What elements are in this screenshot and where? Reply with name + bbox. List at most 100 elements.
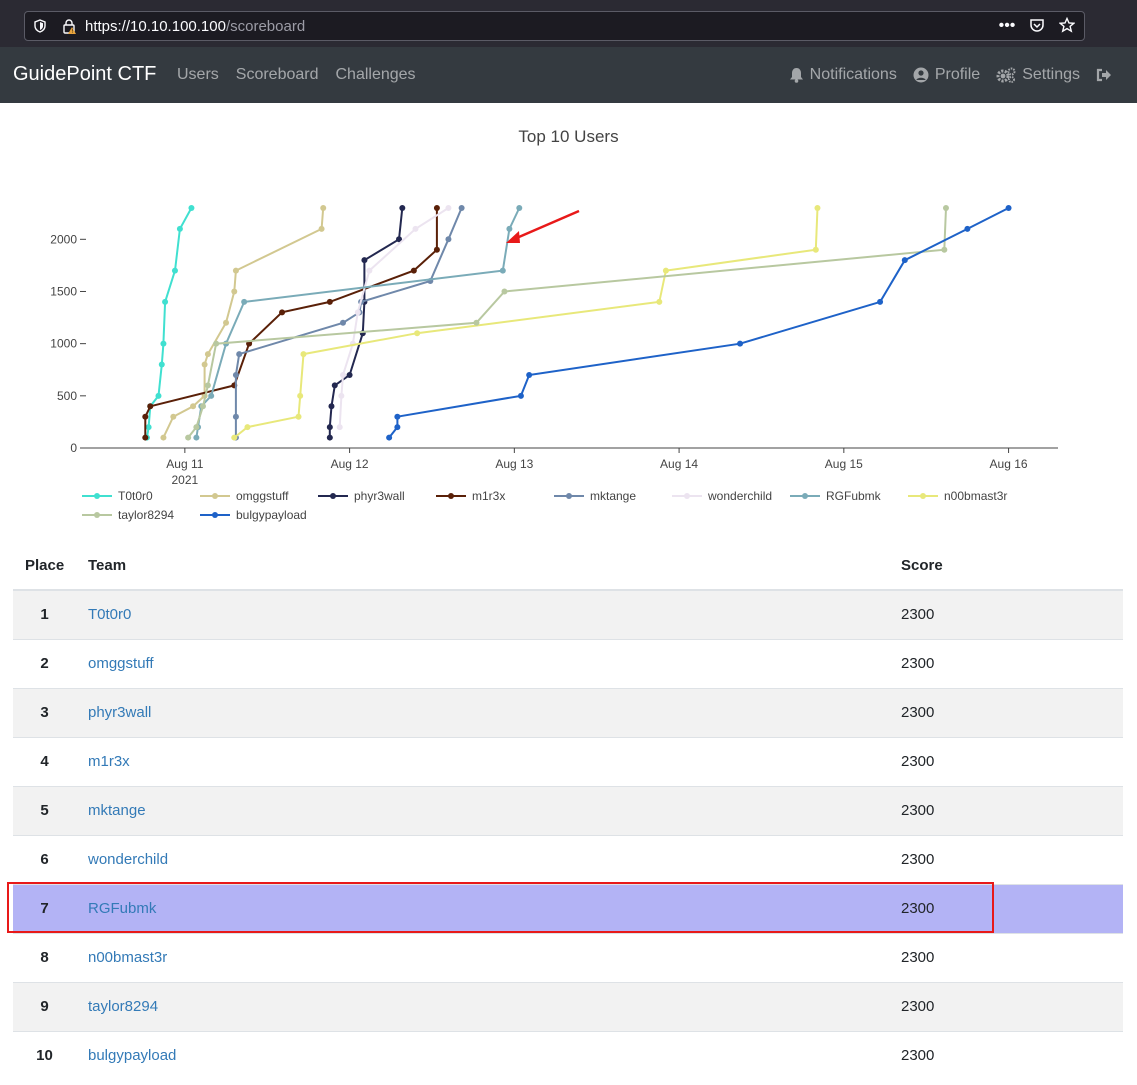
header-score: Score [901,557,943,574]
data-point [340,371,347,378]
data-point [506,225,513,232]
page-actions-icon[interactable]: ••• [998,17,1016,35]
table-row: 4 m1r3x 2300 [13,737,1123,786]
table-row: 1 T0t0r0 2300 [13,590,1123,639]
team-link[interactable]: phyr3wall [88,704,151,721]
data-point [366,267,373,274]
place-cell: 1 [40,606,49,623]
data-point [147,403,154,410]
data-point [501,288,508,295]
data-point [204,351,211,358]
data-point [318,225,325,232]
score-cell: 2300 [901,802,935,819]
data-point [326,424,333,431]
brand-logo-text[interactable]: GuidePoint CTF [13,63,156,86]
nav-users[interactable]: Users [177,66,219,84]
score-cell: 2300 [901,949,935,966]
team-link[interactable]: n00bmast3r [88,949,167,966]
data-point [812,246,819,253]
bell-icon [789,68,803,83]
table-row: 6 wonderchild 2300 [13,835,1123,884]
score-chart: Top 10 Users 0 500 1000 1500 2000 Aug 11 2021 A… [0,103,1137,533]
data-point [326,298,333,305]
data-point [232,371,239,378]
place-cell: 10 [36,1047,53,1064]
insecure-lock-icon[interactable]: ! [61,18,77,34]
nav-profile[interactable]: Profile [913,66,980,84]
team-link[interactable]: T0t0r0 [88,606,131,623]
y-tick-label: 1000 [50,337,77,351]
data-point [394,413,401,420]
data-point [185,434,192,441]
x-tick-label: Aug 14 [660,457,698,471]
annotation-arrow-shaft [511,209,580,242]
data-point [410,267,417,274]
data-point [526,371,533,378]
team-link[interactable]: omggstuff [88,655,154,672]
address-bar[interactable]: ! https://10.10.100.100/scoreboard ••• [24,11,1085,41]
legend-label: wonderchild [707,489,772,503]
bookmark-star-icon[interactable] [1058,16,1076,35]
nav-notifications[interactable]: Notifications [789,66,897,84]
legend-label: T0t0r0 [118,489,153,503]
series-line [388,207,1010,439]
data-point [297,392,304,399]
team-link[interactable]: bulgypayload [88,1047,176,1064]
data-point [814,205,821,211]
data-point [232,267,239,274]
data-point [279,309,286,316]
nav-challenges[interactable]: Challenges [336,66,416,84]
place-cell: 4 [40,753,49,770]
place-cell: 8 [40,949,49,966]
table-body: 1 T0t0r0 2300 2 omggstuff 2300 3 phyr3wall 2300 4… [13,590,1123,1080]
table-row: 10 bulgypayload 2300 [13,1031,1123,1080]
data-point [244,424,251,431]
nav-scoreboard[interactable]: Scoreboard [236,66,319,84]
data-point [320,205,327,211]
data-point [201,361,208,368]
score-cell: 2300 [901,704,935,721]
highlight-annotation-box [7,882,994,933]
x-tick-sublabel: 2021 [171,473,198,487]
score-cell: 2300 [901,1047,935,1064]
data-point [516,205,523,211]
data-point [354,309,361,316]
nav-settings[interactable]: Settings [996,66,1080,84]
nav-logout[interactable] [1096,67,1112,83]
team-link[interactable]: mktange [88,802,146,819]
data-point [340,319,347,326]
data-point [328,403,335,410]
table-row: 9 taylor8294 2300 [13,982,1123,1031]
pocket-icon[interactable] [1028,17,1046,35]
legend-label: m1r3x [472,489,505,503]
score-cell: 2300 [901,753,935,770]
header-team: Team [88,557,127,574]
y-tick-label: 500 [57,389,77,403]
data-point [231,288,238,295]
data-point [295,413,302,420]
team-link[interactable]: wonderchild [88,851,168,868]
data-point [394,424,401,431]
team-link[interactable]: taylor8294 [88,998,158,1015]
data-point [336,424,343,431]
nav-profile-label: Profile [934,66,981,83]
table-header: Place Team Score [13,540,1123,590]
data-point [188,205,195,211]
team-link[interactable]: m1r3x [88,753,130,770]
data-point [433,205,440,211]
table-row: 8 n00bmast3r 2300 [13,933,1123,982]
data-point [142,413,149,420]
data-point [399,205,406,211]
user-circle-icon [913,67,929,83]
nav-notifications-label: Notifications [809,66,897,83]
scoreboard-table: Place Team Score 1 T0t0r0 2300 2 omggstuff 23… [13,540,1123,1080]
data-point [901,257,908,264]
data-point [412,225,419,232]
data-point [458,205,465,211]
nav-settings-label: Settings [1022,66,1080,83]
x-tick-label: Aug 11 [166,457,203,471]
data-point [142,434,149,441]
tracking-shield-icon[interactable] [33,19,47,33]
data-point [236,351,243,358]
data-point [326,434,333,441]
